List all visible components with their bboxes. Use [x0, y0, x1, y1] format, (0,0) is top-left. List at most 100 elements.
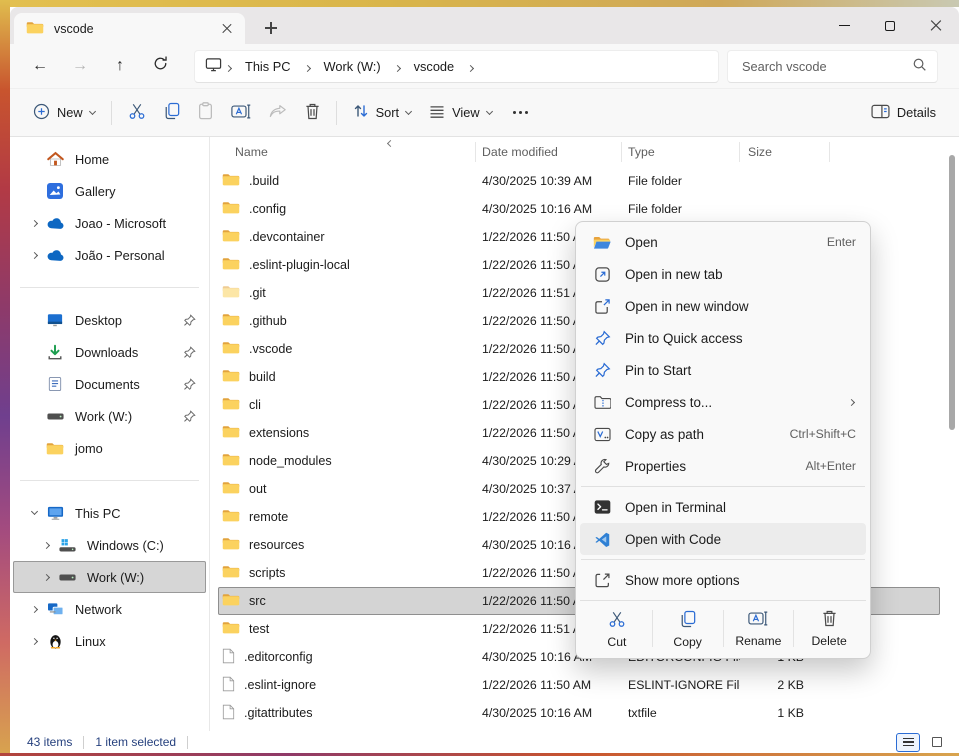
search-input[interactable] [742, 59, 912, 74]
vertical-scrollbar[interactable] [949, 155, 955, 430]
context-menu-item-compress-to[interactable]: Compress to... [580, 386, 866, 418]
context-menu-item-open[interactable]: OpenEnter [580, 226, 866, 258]
chevron-down-icon[interactable] [30, 508, 37, 515]
refresh-button[interactable] [140, 49, 180, 83]
sidebar-item-label: Work (W:) [75, 409, 132, 424]
up-button[interactable]: ↑ [100, 49, 140, 83]
context-menu-item-open-in-new-window[interactable]: Open in new window [580, 290, 866, 322]
sidebar-item-this-pc[interactable]: This PC [13, 497, 206, 529]
new-button[interactable]: New [24, 95, 104, 131]
details-pane-button[interactable]: Details [862, 95, 945, 131]
sidebar-item-work-w[interactable]: Work (W:) [13, 561, 206, 593]
back-button[interactable]: ← [20, 49, 60, 83]
maximize-icon [885, 21, 895, 31]
items-count: 43 items [27, 735, 72, 749]
sidebar-item-documents[interactable]: Documents [13, 368, 206, 400]
see-more-button[interactable] [501, 111, 540, 114]
pin-icon [592, 330, 612, 347]
minimize-button[interactable] [821, 7, 867, 44]
view-button[interactable]: View [420, 95, 501, 131]
file-row-eslint-ignore[interactable]: .eslint-ignore1/22/2026 11:50 AMESLINT-I… [218, 671, 940, 699]
sidebar-item-downloads[interactable]: Downloads [13, 336, 206, 368]
chevron-down-icon [486, 107, 493, 114]
sidebar-item-home[interactable]: Home [13, 143, 206, 175]
quick-action-copy[interactable]: Copy [653, 608, 723, 649]
quick-action-rename[interactable]: Rename [724, 608, 794, 649]
file-icon [222, 676, 235, 695]
context-menu-item-show-more-options[interactable]: Show more options [580, 564, 866, 596]
column-headers: Name Date modified Type Size [218, 137, 940, 167]
paste-button[interactable] [189, 95, 222, 131]
file-name: node_modules [249, 454, 332, 468]
sidebar-item-work-w[interactable]: Work (W:) [13, 400, 206, 432]
folder-icon [222, 452, 240, 470]
chevron-right-icon[interactable] [42, 573, 49, 580]
file-name: .eslint-ignore [244, 678, 316, 692]
close-button[interactable] [913, 7, 959, 44]
icons-view-toggle-button[interactable] [925, 733, 949, 752]
rename-button[interactable] [222, 95, 260, 131]
file-row-config[interactable]: .config4/30/2025 10:16 AMFile folder [218, 195, 940, 223]
chevron-right-icon[interactable] [42, 541, 49, 548]
sidebar-item-label: Windows (C:) [87, 538, 164, 553]
file-row[interactable] [218, 727, 940, 731]
sidebar-item-jo-o-personal[interactable]: João - Personal [13, 239, 206, 271]
sidebar-item-jomo[interactable]: jomo [13, 432, 206, 464]
breadcrumb-item-work-w[interactable]: Work (W:) [314, 59, 391, 74]
share-button[interactable] [260, 95, 296, 131]
sidebar-item-label: Work (W:) [87, 570, 144, 585]
context-menu-item-copy-as-path[interactable]: Copy as pathCtrl+Shift+C [580, 418, 866, 450]
chevron-right-icon[interactable] [30, 605, 37, 612]
chevron-right-icon[interactable] [30, 637, 37, 644]
column-header-size[interactable]: Size [740, 142, 830, 162]
sidebar-item-linux[interactable]: Linux [13, 625, 206, 657]
column-header-type[interactable]: Type [622, 142, 740, 162]
pin-icon [183, 346, 196, 359]
context-menu-item-properties[interactable]: PropertiesAlt+Enter [580, 450, 866, 482]
chevron-right-icon[interactable] [30, 219, 37, 226]
copy-path-icon [592, 427, 612, 442]
context-menu-item-open-in-new-tab[interactable]: Open in new tab [580, 258, 866, 290]
sidebar-item-network[interactable]: Network [13, 593, 206, 625]
explorer-tab[interactable]: vscode [14, 13, 245, 44]
sidebar-item-label: This PC [75, 506, 121, 521]
file-name: src [249, 594, 266, 608]
column-header-name[interactable]: Name [218, 142, 476, 162]
context-menu-item-pin-to-quick-access[interactable]: Pin to Quick access [580, 322, 866, 354]
folder-icon [222, 508, 240, 526]
delete-button[interactable] [296, 95, 329, 131]
chevron-right-icon[interactable] [30, 251, 37, 258]
wallpaper-edge-left [0, 0, 10, 756]
sidebar-item-desktop[interactable]: Desktop [13, 304, 206, 336]
gallery-icon [43, 183, 67, 199]
column-header-date-modified[interactable]: Date modified [476, 142, 622, 162]
cut-button[interactable] [119, 95, 155, 131]
context-menu-item-open-with-code[interactable]: Open with Code [580, 523, 866, 555]
sidebar-item-windows-c[interactable]: Windows (C:) [13, 529, 206, 561]
tab-close-button[interactable] [215, 17, 239, 41]
file-name: scripts [249, 566, 285, 580]
new-tab-button[interactable] [259, 16, 283, 40]
folder-icon [26, 20, 44, 38]
folder-icon [43, 441, 67, 456]
file-row-gitattributes[interactable]: .gitattributes4/30/2025 10:16 AMtxtfile1… [218, 699, 940, 727]
quick-action-delete[interactable]: Delete [794, 608, 864, 649]
context-menu-item-pin-to-start[interactable]: Pin to Start [580, 354, 866, 386]
copy-button[interactable] [155, 95, 189, 131]
sidebar-item-label: João - Personal [75, 248, 165, 263]
search-box[interactable] [727, 50, 938, 83]
sidebar-item-joao-microsoft[interactable]: Joao - Microsoft [13, 207, 206, 239]
sidebar-item-gallery[interactable]: Gallery [13, 175, 206, 207]
breadcrumb-item-vscode[interactable]: vscode [404, 59, 465, 74]
breadcrumb[interactable]: This PC Work (W:) vscode [194, 50, 719, 83]
view-button-label: View [452, 105, 480, 120]
file-name: out [249, 482, 267, 496]
sort-button[interactable]: Sort [344, 95, 420, 131]
breadcrumb-item-this-pc[interactable]: This PC [235, 59, 301, 74]
quick-action-cut[interactable]: Cut [582, 608, 652, 649]
details-view-toggle-button[interactable] [896, 733, 920, 752]
file-row-build[interactable]: .build4/30/2025 10:39 AMFile folder [218, 167, 940, 195]
maximize-button[interactable] [867, 7, 913, 44]
forward-button[interactable]: → [60, 49, 100, 83]
context-menu-item-open-in-terminal[interactable]: Open in Terminal [580, 491, 866, 523]
